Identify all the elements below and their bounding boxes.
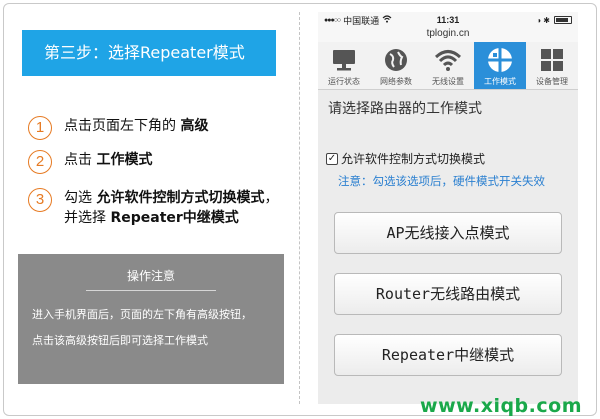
tab-label: 工作模式 [484,77,516,86]
step-2: 2 点击 工作模式 [28,150,280,174]
notice-title: 操作注意 [126,269,175,283]
tab-network[interactable]: 网络参数 [370,42,422,89]
tab-device-management[interactable]: 设备管理 [526,42,578,89]
software-switch-checkbox[interactable]: ✓ [326,152,338,165]
grid-icon [538,46,566,74]
step-number: 1 [28,116,52,140]
repeater-mode-button[interactable]: Repeater中继模式 [334,334,562,376]
url-bar[interactable]: tplogin.cn [318,28,578,42]
mode-icon [486,46,514,74]
clock: 11:31 [436,15,460,25]
tab-status[interactable]: 运行状态 [318,42,370,89]
globe-icon [382,46,410,74]
tab-label: 运行状态 [328,77,360,86]
step-text: 点击页面左下角的 高级 [64,118,209,134]
step-banner: 第三步：选择Repeater模式 [22,30,276,76]
tab-wireless[interactable]: 无线设置 [422,42,474,89]
phone-screen: ●●●○○ 中国联通 11:31 ◑ ✱ tplogin.cn 运行状态 网络参… [318,12,578,404]
monitor-icon [330,46,358,74]
mode-prompt: 请选择路由器的工作模式 [328,101,482,117]
step-1: 1 点击页面左下角的 高级 [28,116,280,140]
battery-icon [554,16,572,24]
status-bar: ●●●○○ 中国联通 11:31 ◑ ✱ [318,12,578,28]
checkbox-label: 允许软件控制方式切换模式 [341,152,486,166]
tab-label: 网络参数 [380,77,412,86]
step-number: 3 [28,188,52,212]
software-switch-option[interactable]: ✓ 允许软件控制方式切换模式 [326,150,578,167]
ap-mode-button[interactable]: AP无线接入点模式 [334,212,562,254]
step-text: 勾选 允许软件控制方式切换模式，并选择 Repeater中继模式 [64,190,279,226]
watermark: www.xiqb.com [420,395,582,417]
router-mode-button[interactable]: Router无线路由模式 [334,273,562,315]
step-number: 2 [28,150,52,174]
step-text: 点击 工作模式 [64,152,153,168]
tab-bar: 运行状态 网络参数 无线设置 工作模式 设备管理 [318,42,578,90]
tab-label: 无线设置 [432,77,464,86]
dashed-divider [299,12,300,404]
notice-line: 点击该高级按钮后即可选择工作模式 [32,334,208,347]
notice-line: 进入手机界面后，页面的左下角有高级按钮， [32,308,252,321]
tab-work-mode[interactable]: 工作模式 [474,42,526,89]
step-3: 3 勾选 允许软件控制方式切换模式，并选择 Repeater中继模式 [28,188,280,228]
hardware-switch-note: 注意：勾选该选项后，硬件模式开关失效 [338,174,545,188]
notice-divider [86,290,216,291]
wifi-icon [434,46,462,74]
notice-box: 操作注意 进入手机界面后，页面的左下角有高级按钮， 点击该高级按钮后即可选择工作… [18,254,284,384]
tab-label: 设备管理 [536,77,568,86]
